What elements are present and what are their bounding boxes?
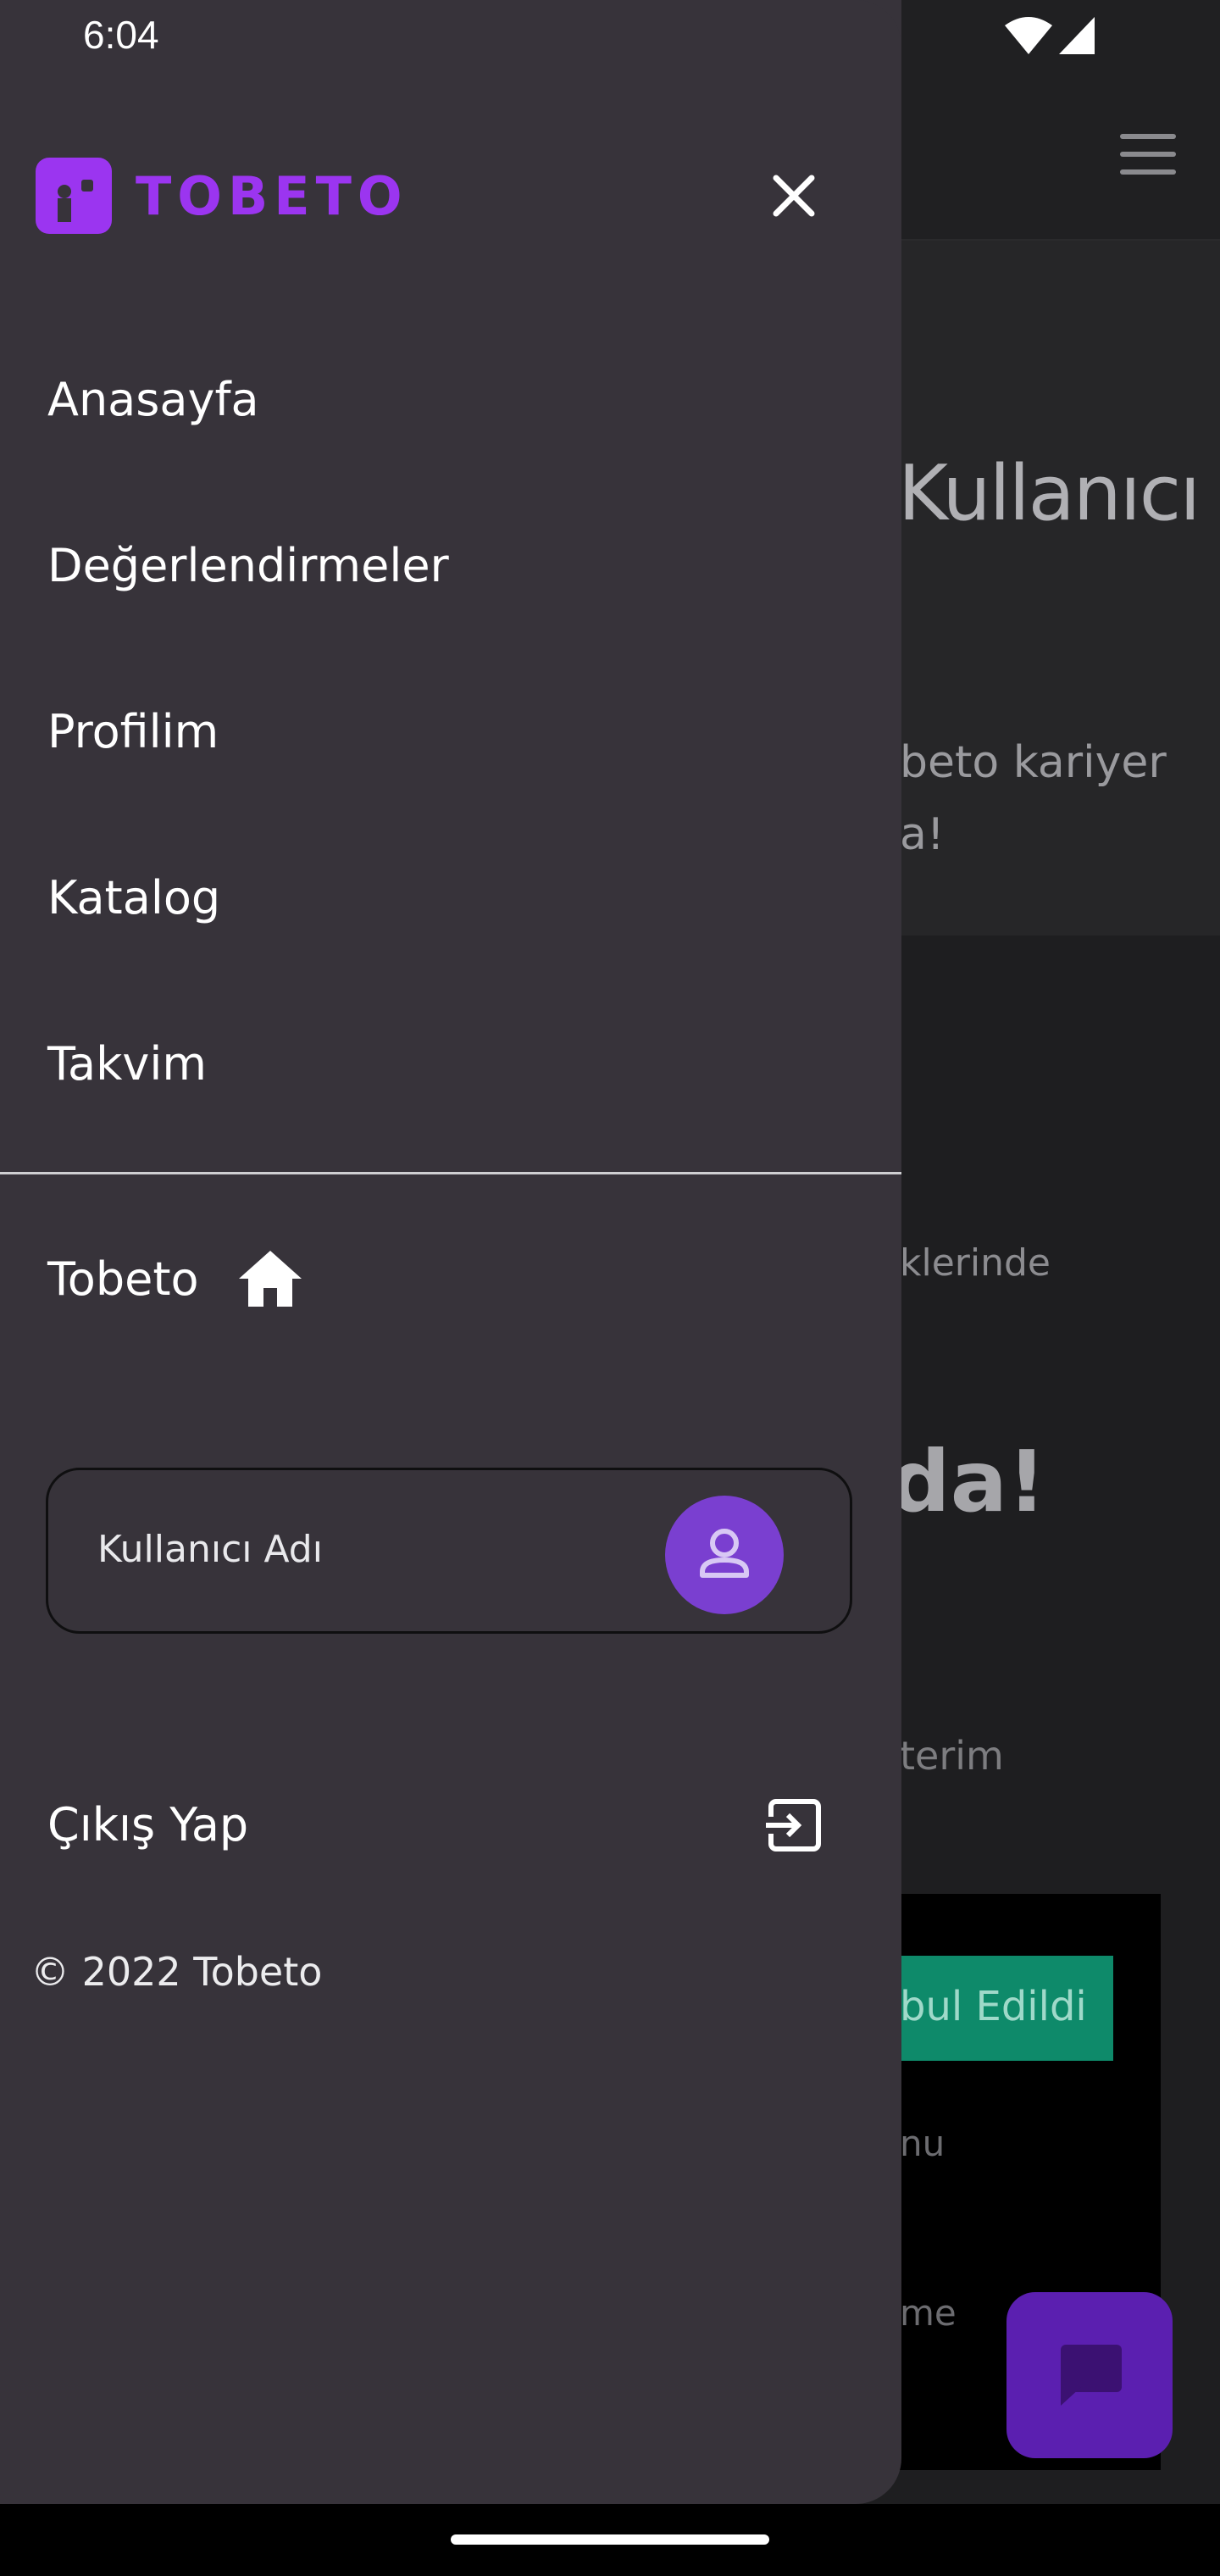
close-icon[interactable] <box>764 166 824 225</box>
background-title: Kullanıcı <box>898 449 1201 538</box>
logo-text: TOBETO <box>136 165 408 227</box>
avatar[interactable] <box>665 1496 784 1614</box>
menu-divider <box>0 1172 901 1174</box>
home-indicator[interactable] <box>451 2534 769 2545</box>
user-name: Kullanıcı Adı <box>97 1528 323 1571</box>
background-card-text: nu <box>900 2123 946 2164</box>
background-subtitle-2: a! <box>900 809 945 860</box>
menu-icon[interactable] <box>1120 134 1176 175</box>
menu-item-profilim[interactable]: Profilim <box>47 705 219 758</box>
status-time: 6:04 <box>83 13 159 57</box>
signal-icon <box>1059 17 1095 54</box>
background-text: klerinde <box>900 1241 1051 1285</box>
chat-icon <box>1061 2345 1122 2392</box>
navigation-drawer: TOBETO Anasayfa Değerlendirmeler Profili… <box>0 0 901 2504</box>
background-section-title: terim <box>900 1733 1004 1779</box>
menu-item-anasayfa[interactable]: Anasayfa <box>47 373 259 426</box>
chat-button[interactable] <box>1006 2292 1173 2458</box>
wifi-icon <box>1005 17 1052 54</box>
background-subtitle: beto kariyer <box>900 737 1167 788</box>
status-badge-label: bul Edildi <box>900 1983 1087 2030</box>
copyright-text: © 2022 Tobeto <box>30 1949 323 1995</box>
user-profile-box[interactable]: Kullanıcı Adı <box>46 1468 852 1634</box>
logout-icon[interactable] <box>766 1796 824 1854</box>
background-big-text: da! <box>890 1432 1046 1531</box>
menu-item-katalog[interactable]: Katalog <box>47 871 220 924</box>
menu-item-degerlendirmeler[interactable]: Değerlendirmeler <box>47 539 449 592</box>
user-icon <box>700 1529 749 1578</box>
logout-button[interactable]: Çıkış Yap <box>47 1798 248 1852</box>
system-nav-bar <box>0 2504 1220 2576</box>
menu-item-takvim[interactable]: Takvim <box>47 1037 207 1091</box>
tobeto-home-link[interactable]: Tobeto <box>47 1252 199 1306</box>
home-icon[interactable] <box>239 1251 302 1307</box>
background-card-text-2: me <box>900 2292 957 2334</box>
tobeto-logo-icon <box>36 158 112 234</box>
